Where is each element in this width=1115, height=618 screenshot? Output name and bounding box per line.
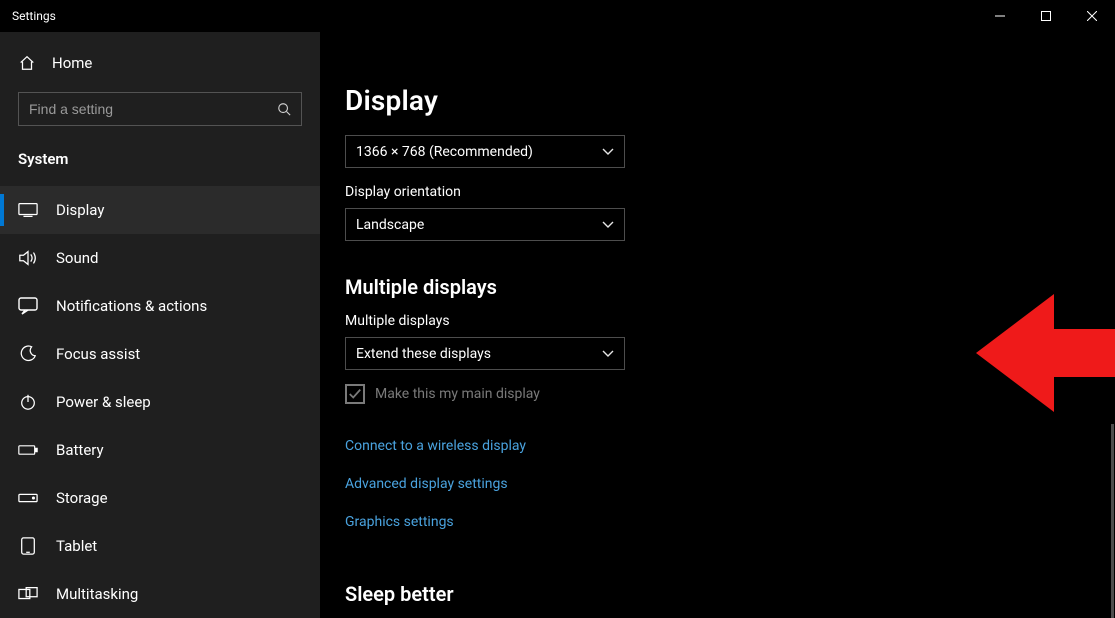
titlebar-left: Settings [12,9,56,23]
page-title: Display [345,84,1095,117]
minimize-button[interactable] [977,0,1023,32]
close-icon [1087,11,1097,21]
sidebar-item-label: Battery [56,441,104,459]
sidebar-item-display[interactable]: Display [0,186,320,234]
search-icon [277,102,291,116]
sidebar-item-storage[interactable]: Storage [0,474,320,522]
sleep-better-heading: Sleep better [345,582,1095,606]
maximize-icon [1041,11,1051,21]
sidebar-item-label: Notifications & actions [56,297,207,315]
sidebar-item-label: Focus assist [56,345,140,363]
main-content: Display 1366 × 768 (Recommended) Display… [320,32,1115,618]
orientation-dropdown[interactable]: Landscape [345,208,625,241]
sidebar-item-label: Tablet [56,537,97,555]
chevron-down-icon [602,350,614,358]
sidebar: Home System [0,32,320,618]
sound-icon [18,249,38,267]
multiple-displays-heading: Multiple displays [345,275,1095,299]
sidebar-item-sound[interactable]: Sound [0,234,320,282]
home-button[interactable]: Home [0,44,320,82]
link-graphics-settings[interactable]: Graphics settings [345,514,454,530]
window-controls [977,0,1115,32]
search-input-container[interactable] [18,92,302,126]
multiple-displays-value: Extend these displays [356,346,491,362]
display-icon [18,202,38,218]
main-display-checkbox-label: Make this my main display [375,386,540,402]
sidebar-item-label: Display [56,201,104,219]
search-wrap [0,82,320,144]
sidebar-item-label: Multitasking [56,585,138,603]
power-icon [18,393,38,411]
sidebar-item-battery[interactable]: Battery [0,426,320,474]
tablet-icon [18,537,38,555]
sidebar-item-focus-assist[interactable]: Focus assist [0,330,320,378]
body: Home System [0,32,1115,618]
sidebar-item-label: Sound [56,249,98,267]
sidebar-item-label: Power & sleep [56,393,151,411]
maximize-button[interactable] [1023,0,1069,32]
chevron-down-icon [602,148,614,156]
sidebar-item-multitasking[interactable]: Multitasking [0,570,320,618]
sidebar-item-tablet[interactable]: Tablet [0,522,320,570]
main-display-checkbox-row: Make this my main display [345,384,1095,404]
link-wireless-display[interactable]: Connect to a wireless display [345,438,526,454]
sidebar-item-label: Storage [56,489,108,507]
moon-icon [18,345,38,363]
link-advanced-display[interactable]: Advanced display settings [345,476,508,492]
multiple-displays-dropdown[interactable]: Extend these displays [345,337,625,370]
resolution-dropdown[interactable]: 1366 × 768 (Recommended) [345,135,625,168]
main-display-checkbox[interactable] [345,384,365,404]
scrollbar-thumb[interactable] [1111,424,1114,618]
resolution-value: 1366 × 768 (Recommended) [356,144,533,160]
titlebar: Settings [0,0,1115,32]
check-icon [348,387,362,401]
minimize-icon [995,11,1005,21]
sidebar-item-power-sleep[interactable]: Power & sleep [0,378,320,426]
sidebar-item-notifications[interactable]: Notifications & actions [0,282,320,330]
multitasking-icon [18,586,38,602]
notifications-icon [18,297,38,315]
chevron-down-icon [602,221,614,229]
orientation-value: Landscape [356,217,424,233]
orientation-label: Display orientation [345,184,1095,200]
close-button[interactable] [1069,0,1115,32]
home-icon [18,54,36,72]
links: Connect to a wireless display Advanced d… [345,438,1095,530]
battery-icon [18,443,38,457]
storage-icon [18,491,38,505]
settings-window: Settings Home [0,0,1115,618]
app-name: Settings [12,9,56,23]
sidebar-section-title: System [0,144,320,186]
home-label: Home [52,54,92,72]
sidebar-nav: Display Sound No [0,186,320,618]
multiple-displays-label: Multiple displays [345,313,1095,329]
search-input[interactable] [29,101,277,117]
